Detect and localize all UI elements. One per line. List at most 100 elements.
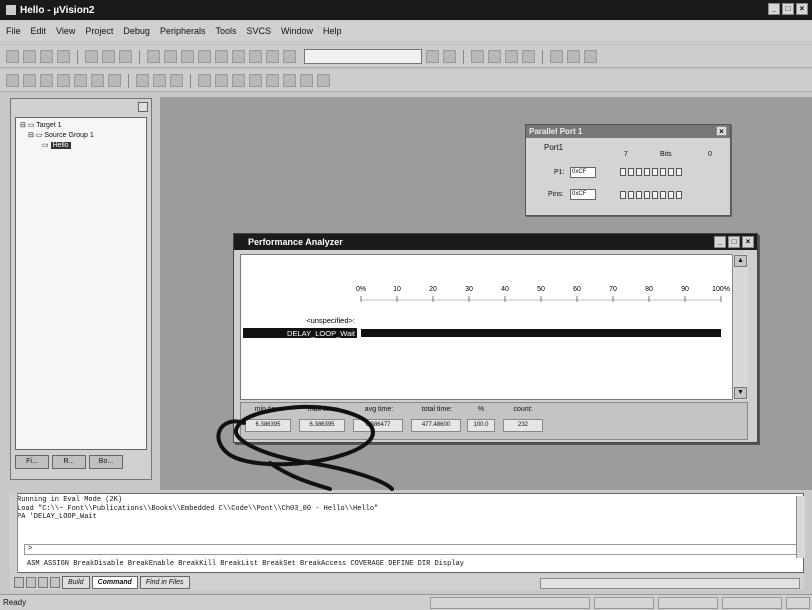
pin3-checkbox[interactable] bbox=[652, 191, 658, 199]
logic-analyzer-icon[interactable] bbox=[300, 74, 313, 87]
find-icon[interactable] bbox=[426, 50, 439, 63]
tab-first-icon[interactable] bbox=[14, 576, 24, 588]
horizontal-scrollbar[interactable] bbox=[540, 578, 800, 589]
trace-records-icon[interactable] bbox=[170, 74, 183, 87]
enable-breakpoint-icon[interactable] bbox=[522, 50, 535, 63]
p1-bit0-checkbox[interactable] bbox=[676, 168, 682, 176]
run-icon[interactable] bbox=[23, 74, 36, 87]
pin5-checkbox[interactable] bbox=[636, 191, 642, 199]
p1-bit6-checkbox[interactable] bbox=[628, 168, 634, 176]
pin2-checkbox[interactable] bbox=[660, 191, 666, 199]
pin0-checkbox[interactable] bbox=[676, 191, 682, 199]
p1-bit3-checkbox[interactable] bbox=[652, 168, 658, 176]
options-icon[interactable] bbox=[567, 50, 580, 63]
scroll-down-icon[interactable]: ▼ bbox=[734, 387, 747, 399]
menu-tools[interactable]: Tools bbox=[215, 26, 236, 36]
output-scrollbar[interactable] bbox=[796, 496, 805, 558]
p1-bit4-checkbox[interactable] bbox=[644, 168, 650, 176]
panel-close-icon[interactable] bbox=[138, 102, 148, 112]
config-icon[interactable] bbox=[550, 50, 563, 63]
tab-files[interactable]: Fi... bbox=[15, 455, 49, 469]
row-label[interactable]: DELAY_LOOP_Wait bbox=[287, 329, 356, 338]
save-all-icon[interactable] bbox=[57, 50, 70, 63]
p1-bit5-checkbox[interactable] bbox=[636, 168, 642, 176]
find-in-files-icon[interactable] bbox=[283, 50, 296, 63]
menu-svcs[interactable]: SVCS bbox=[246, 26, 271, 36]
tab-registers[interactable]: R... bbox=[52, 455, 86, 469]
run-to-cursor-icon[interactable] bbox=[108, 74, 121, 87]
open-file-icon[interactable] bbox=[23, 50, 36, 63]
tab-prev-icon[interactable] bbox=[26, 576, 36, 588]
new-file-icon[interactable] bbox=[6, 50, 19, 63]
debug-start-icon[interactable] bbox=[471, 50, 484, 63]
project-tree[interactable]: ⊟ ▭ Target 1 ⊟ ▭ Source Group 1 ▭ Hello bbox=[15, 117, 147, 450]
prev-bookmark-icon[interactable] bbox=[249, 50, 262, 63]
unindent-icon[interactable] bbox=[198, 50, 211, 63]
tab-build[interactable]: Build bbox=[62, 575, 90, 589]
p1-value-field[interactable]: 0xCF bbox=[570, 167, 596, 178]
parallel-port-titlebar[interactable]: Parallel Port 1 × bbox=[526, 125, 730, 138]
disassembly-window-icon[interactable] bbox=[198, 74, 211, 87]
menu-file[interactable]: File bbox=[6, 26, 21, 36]
scroll-up-icon[interactable]: ▲ bbox=[734, 255, 747, 267]
menu-project[interactable]: Project bbox=[85, 26, 113, 36]
find-next-icon[interactable] bbox=[443, 50, 456, 63]
indent-icon[interactable] bbox=[181, 50, 194, 63]
step-out-icon[interactable] bbox=[91, 74, 104, 87]
breakpoint-icon[interactable] bbox=[488, 50, 501, 63]
close-icon[interactable]: × bbox=[716, 126, 727, 136]
tab-books[interactable]: Bo... bbox=[89, 455, 123, 469]
tree-item-source-group[interactable]: ⊟ ▭ Source Group 1 bbox=[20, 131, 142, 141]
tab-next-icon[interactable] bbox=[38, 576, 48, 588]
redo-icon[interactable] bbox=[164, 50, 177, 63]
pin1-checkbox[interactable] bbox=[668, 191, 674, 199]
clear-bookmarks-icon[interactable] bbox=[266, 50, 279, 63]
menu-window[interactable]: Window bbox=[281, 26, 313, 36]
tree-item-file[interactable]: ▭ Hello bbox=[20, 141, 142, 151]
vertical-scrollbar[interactable]: ▲ ▼ bbox=[732, 254, 748, 400]
minimize-button[interactable]: _ bbox=[714, 236, 726, 248]
step-into-icon[interactable] bbox=[57, 74, 70, 87]
save-icon[interactable] bbox=[40, 50, 53, 63]
tab-command[interactable]: Command bbox=[91, 575, 138, 589]
maximize-button[interactable]: □ bbox=[782, 3, 794, 15]
command-input[interactable]: > bbox=[24, 544, 798, 555]
step-over-icon[interactable] bbox=[74, 74, 87, 87]
cut-icon[interactable] bbox=[85, 50, 98, 63]
toolbox-icon[interactable] bbox=[317, 74, 330, 87]
copy-icon[interactable] bbox=[102, 50, 115, 63]
code-coverage-icon[interactable] bbox=[232, 74, 245, 87]
bookmark-icon[interactable] bbox=[215, 50, 228, 63]
serial-window-icon[interactable] bbox=[249, 74, 262, 87]
pin4-checkbox[interactable] bbox=[644, 191, 650, 199]
show-next-statement-icon[interactable] bbox=[136, 74, 149, 87]
menu-view[interactable]: View bbox=[56, 26, 75, 36]
p1-bit1-checkbox[interactable] bbox=[668, 168, 674, 176]
pin7-checkbox[interactable] bbox=[620, 191, 626, 199]
row-label[interactable]: <unspecified>: bbox=[306, 316, 355, 325]
tab-find-in-files[interactable]: Find in Files bbox=[139, 575, 190, 589]
watch-window-icon[interactable] bbox=[215, 74, 228, 87]
target-icon[interactable] bbox=[584, 50, 597, 63]
dock-grip[interactable] bbox=[10, 493, 18, 573]
paste-icon[interactable] bbox=[119, 50, 132, 63]
tab-last-icon[interactable] bbox=[50, 576, 60, 588]
menu-debug[interactable]: Debug bbox=[123, 26, 150, 36]
performance-analyzer-titlebar[interactable]: Performance Analyzer _ □ × bbox=[234, 234, 757, 250]
p1-bit2-checkbox[interactable] bbox=[660, 168, 666, 176]
maximize-button[interactable]: □ bbox=[728, 236, 740, 248]
memory-window-icon[interactable] bbox=[266, 74, 279, 87]
pins-value-field[interactable]: 0xCF bbox=[570, 189, 596, 200]
tree-expand-icon[interactable]: ⊟ ▭ bbox=[20, 122, 36, 129]
p1-bit7-checkbox[interactable] bbox=[620, 168, 626, 176]
menu-help[interactable]: Help bbox=[323, 26, 342, 36]
close-button[interactable]: × bbox=[742, 236, 754, 248]
reset-icon[interactable] bbox=[6, 74, 19, 87]
menu-peripherals[interactable]: Peripherals bbox=[160, 26, 206, 36]
pin6-checkbox[interactable] bbox=[628, 191, 634, 199]
undo-icon[interactable] bbox=[147, 50, 160, 63]
kill-breakpoints-icon[interactable] bbox=[505, 50, 518, 63]
minimize-button[interactable]: _ bbox=[768, 3, 780, 15]
trace-icon[interactable] bbox=[153, 74, 166, 87]
find-combo[interactable] bbox=[304, 49, 422, 64]
